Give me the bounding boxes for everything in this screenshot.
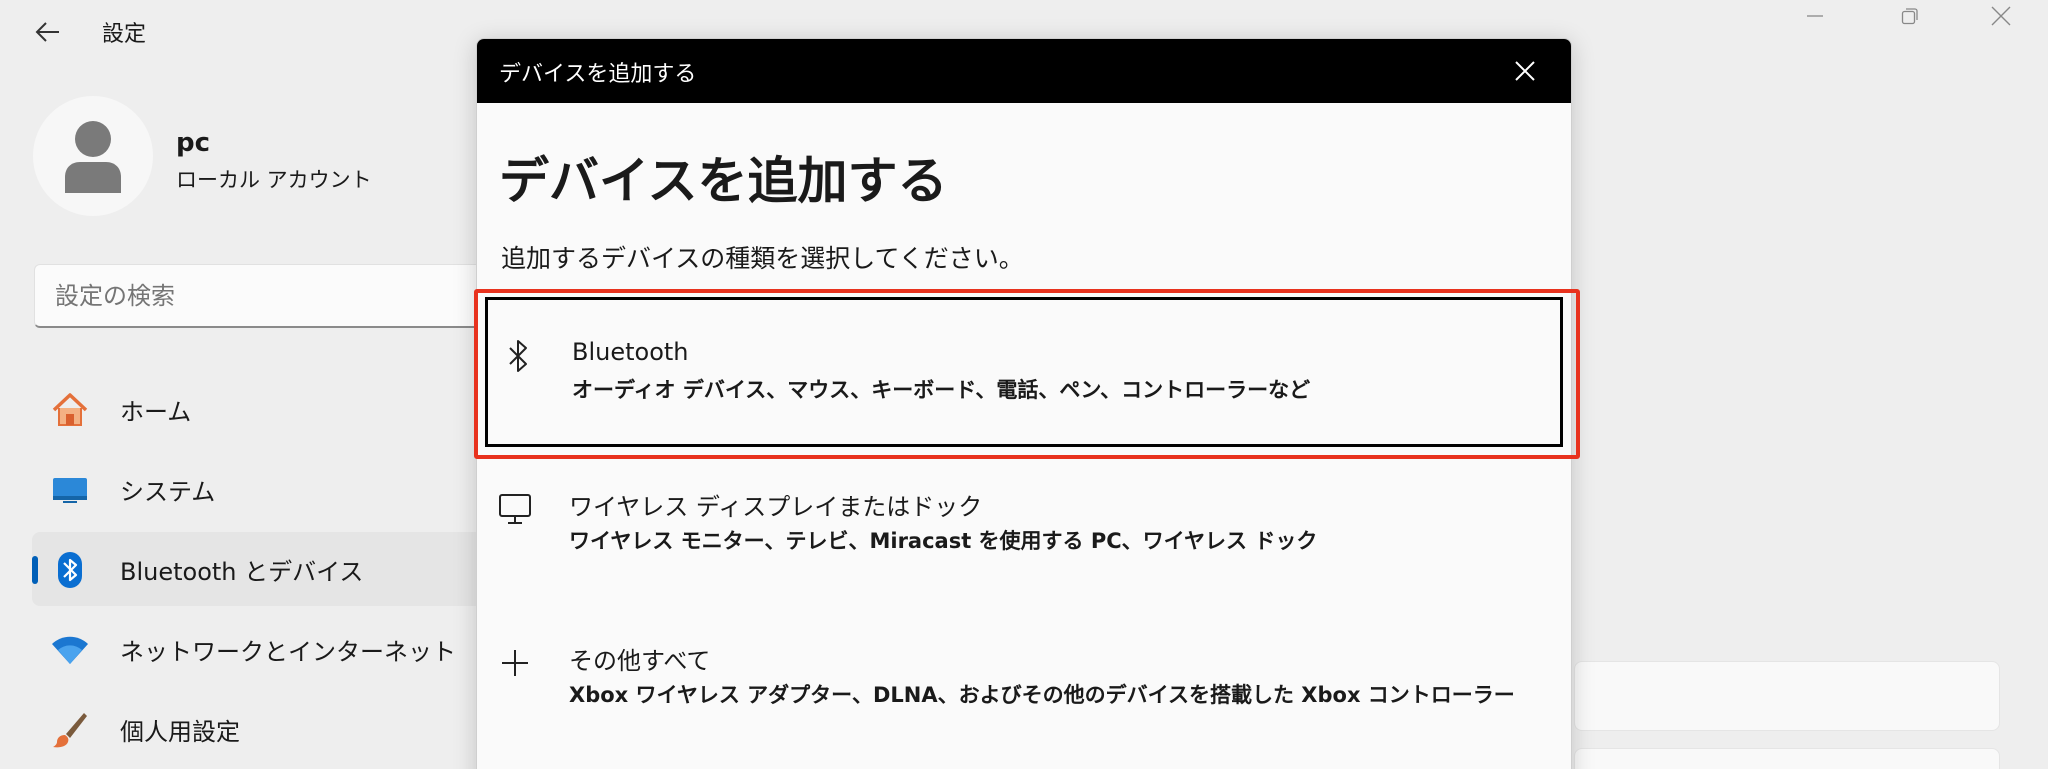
back-button[interactable] — [30, 14, 66, 50]
sidebar-item-label: 個人用設定 — [120, 717, 240, 746]
wifi-icon — [50, 630, 90, 670]
maximize-button[interactable] — [1875, 0, 1945, 32]
option-title: ワイヤレス ディスプレイまたはドック — [569, 493, 983, 521]
bluetooth-icon — [50, 550, 90, 590]
account-type: ローカル アカウント — [176, 168, 372, 192]
dialog-titlebar: デバイスを追加する — [477, 39, 1571, 103]
brush-icon — [50, 710, 90, 750]
dialog-heading: デバイスを追加する — [499, 152, 948, 210]
option-bluetooth[interactable]: Bluetooth オーディオ デバイス、マウス、キーボード、電話、ペン、コント… — [485, 297, 1563, 447]
close-window-button[interactable] — [1966, 0, 2036, 32]
system-icon — [50, 470, 90, 510]
close-icon — [1515, 61, 1535, 81]
home-icon — [50, 390, 90, 430]
bluetooth-icon — [498, 336, 538, 376]
dialog-subtitle: 追加するデバイスの種類を選択してください。 — [501, 244, 1024, 273]
back-arrow-icon — [35, 22, 59, 42]
background-card — [1574, 661, 2000, 731]
option-description: Xbox ワイヤレス アダプター、DLNA、およびその他のデバイスを搭載した X… — [569, 683, 1515, 707]
sidebar-item-label: ネットワークとインターネット — [120, 637, 456, 666]
option-title: Bluetooth — [572, 338, 689, 366]
sidebar-item-system[interactable]: システム — [32, 452, 552, 526]
dialog-titlebar-text: デバイスを追加する — [499, 62, 697, 87]
minimize-button[interactable] — [1780, 0, 1850, 32]
avatar[interactable] — [33, 96, 153, 216]
close-icon — [1991, 6, 2011, 26]
sidebar-item-home[interactable]: ホーム — [32, 372, 552, 446]
option-wireless-display[interactable]: ワイヤレス ディスプレイまたはドック ワイヤレス モニター、テレビ、Miraca… — [477, 459, 1571, 609]
option-description: ワイヤレス モニター、テレビ、Miracast を使用する PC、ワイヤレス ド… — [569, 529, 1318, 553]
sidebar-item-network[interactable]: ネットワークとインターネット — [32, 612, 552, 686]
sidebar-item-label: システム — [120, 477, 216, 506]
active-indicator — [32, 556, 38, 584]
add-device-dialog: デバイスを追加する デバイスを追加する 追加するデバイスの種類を選択してください… — [476, 38, 1572, 769]
sidebar-item-personalization[interactable]: 個人用設定 — [32, 692, 552, 766]
minimize-icon — [1807, 15, 1823, 17]
monitor-icon — [495, 489, 535, 529]
option-everything-else[interactable]: その他すべて Xbox ワイヤレス アダプター、DLNA、およびその他のデバイス… — [477, 613, 1571, 763]
sidebar-item-label: ホーム — [120, 397, 192, 426]
sidebar-item-label: Bluetooth とデバイス — [120, 557, 364, 586]
user-icon — [65, 121, 121, 193]
restore-icon — [1901, 8, 1918, 25]
user-name: pc — [176, 128, 211, 158]
plus-icon — [495, 643, 535, 683]
option-description: オーディオ デバイス、マウス、キーボード、電話、ペン、コントローラーなど — [572, 378, 1311, 402]
background-card — [1574, 748, 2000, 769]
settings-search-input[interactable] — [34, 264, 534, 328]
sidebar-item-bluetooth-devices[interactable]: Bluetooth とデバイス — [32, 532, 552, 606]
option-title: その他すべて — [569, 647, 711, 675]
app-title: 設定 — [102, 22, 147, 47]
dialog-close-button[interactable] — [1509, 55, 1541, 87]
